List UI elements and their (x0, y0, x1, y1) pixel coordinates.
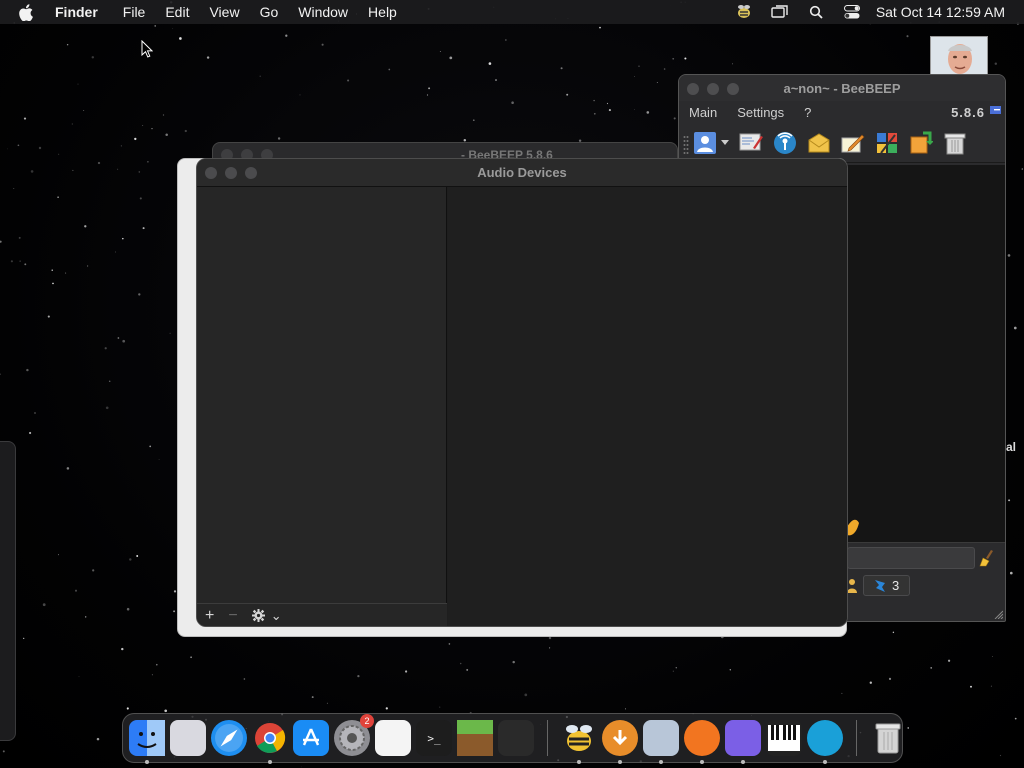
write-message-icon[interactable] (841, 131, 865, 155)
running-indicator (577, 760, 581, 764)
dock-beebeep-icon[interactable] (561, 720, 597, 764)
beebeep-toolbar (679, 123, 1005, 163)
control-center-icon[interactable] (834, 0, 870, 24)
dock-trash-icon[interactable] (870, 720, 906, 756)
window-controls (687, 83, 739, 95)
dropdown-icon[interactable] (721, 131, 729, 155)
beebeep-version: 5.8.6 (951, 104, 985, 120)
flag-icon (990, 106, 1001, 114)
plugins-icon[interactable] (875, 131, 899, 155)
dock-chatgpt-icon[interactable] (498, 720, 534, 756)
device-list-footer: + − ⌄ (197, 603, 447, 626)
clear-broom-icon[interactable] (979, 549, 997, 567)
running-indicator (145, 760, 149, 764)
file-transfer-icon[interactable] (909, 131, 933, 155)
running-indicator (823, 760, 827, 764)
menu-go[interactable]: Go (250, 0, 289, 24)
running-indicator (268, 760, 272, 764)
audio-device-list[interactable]: + − ⌄ (197, 187, 447, 626)
audio-devices-title: Audio Devices (477, 165, 567, 180)
trash-icon[interactable] (943, 131, 967, 155)
beebeep-status-bar: 3 (847, 575, 911, 596)
screen-mirroring-icon[interactable] (762, 0, 798, 24)
dock-safari-icon[interactable] (211, 720, 247, 756)
beebeep-menu-main[interactable]: Main (679, 105, 727, 120)
dock-finder-icon[interactable] (129, 720, 165, 764)
online-users-counter[interactable]: 3 (863, 575, 911, 596)
bee-mascot-icon (847, 519, 859, 536)
beebeep-menu-help[interactable]: ? (794, 105, 821, 120)
dock: 2 >_ (122, 713, 906, 764)
menu-file[interactable]: File (113, 0, 156, 24)
users-icon (875, 579, 885, 592)
dock-minecraft-icon[interactable] (457, 720, 493, 756)
add-device-button[interactable]: + (205, 607, 214, 624)
messages-icon[interactable] (807, 131, 831, 155)
user-status-icon[interactable] (693, 131, 717, 155)
menu-edit[interactable]: Edit (155, 0, 199, 24)
zoom-button[interactable] (245, 167, 257, 179)
user-partial-icon[interactable] (847, 578, 857, 594)
dock-separator (856, 720, 857, 756)
beebeep-menu-settings[interactable]: Settings (727, 105, 794, 120)
dock-terminal-icon[interactable]: >_ (416, 720, 452, 756)
chevron-down-icon[interactable]: ⌄ (271, 608, 282, 624)
menu-bar-clock[interactable]: Sat Oct 14 12:59 AM (870, 4, 1024, 20)
beebeep-menu-bar: Main Settings ? 5.8.6 (679, 101, 1005, 123)
dock-app-store-icon[interactable] (293, 720, 329, 756)
remove-device-button[interactable]: − (228, 607, 237, 624)
online-users-count: 3 (892, 578, 900, 593)
zoom-button[interactable] (727, 83, 739, 95)
menu-help[interactable]: Help (358, 0, 407, 24)
dock-launchpad-icon[interactable] (170, 720, 206, 756)
menu-window[interactable]: Window (288, 0, 358, 24)
minimize-button[interactable] (225, 167, 237, 179)
toolbar-grip-icon (683, 136, 689, 154)
dock-audio-midi-setup-icon[interactable] (643, 720, 679, 764)
beebeep-window-title: a~non~ - BeeBEEP (783, 80, 901, 96)
dock-textedit-icon[interactable] (375, 720, 411, 756)
audio-device-detail-pane (448, 187, 847, 626)
resize-grip-icon[interactable] (993, 609, 1003, 619)
dock-system-settings-icon[interactable]: 2 (334, 714, 374, 756)
close-button[interactable] (205, 167, 217, 179)
menu-bar: Finder File Edit View Go Window Help Sat… (0, 0, 1024, 24)
menu-app-finder[interactable]: Finder (55, 0, 113, 24)
spotlight-search-icon[interactable] (798, 0, 834, 24)
apple-menu-icon[interactable] (19, 3, 35, 21)
audio-devices-titlebar[interactable]: Audio Devices (197, 159, 847, 187)
beebeep-message-input[interactable] (847, 547, 975, 569)
broadcast-icon[interactable] (773, 131, 797, 155)
running-indicator (659, 760, 663, 764)
running-indicator (700, 760, 704, 764)
dock-separator (547, 720, 548, 756)
audio-devices-window[interactable]: Audio Devices + − ⌄ (196, 158, 848, 627)
dock-piano-icon[interactable] (766, 720, 802, 756)
beebeep-titlebar[interactable]: a~non~ - BeeBEEP (679, 75, 1005, 101)
beebeep-icon[interactable] (726, 0, 762, 24)
dock-downloader-icon[interactable] (602, 720, 638, 764)
edit-profile-icon[interactable] (739, 131, 763, 155)
partial-window-label: al (1006, 440, 1017, 454)
close-button[interactable] (687, 83, 699, 95)
window-controls (205, 167, 257, 179)
minimize-button[interactable] (707, 83, 719, 95)
dock-podcast-app-icon[interactable] (725, 720, 761, 764)
mouse-cursor-icon (141, 40, 153, 58)
user-avatar (930, 36, 988, 76)
dock-edge-icon[interactable] (807, 720, 843, 764)
gear-icon[interactable] (251, 609, 265, 622)
running-indicator (618, 760, 622, 764)
notification-badge: 2 (360, 714, 374, 728)
menu-view[interactable]: View (199, 0, 249, 24)
running-indicator (741, 760, 745, 764)
desktop-widget-partial[interactable] (0, 441, 16, 741)
dock-chrome-icon[interactable] (252, 720, 288, 764)
dock-firefox-icon[interactable] (684, 720, 720, 764)
